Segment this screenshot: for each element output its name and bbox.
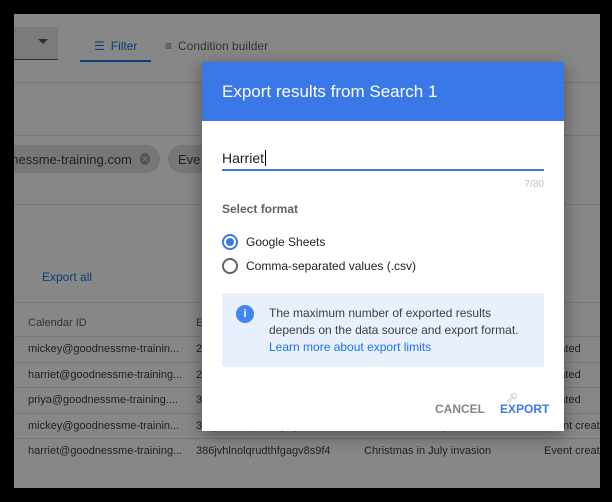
info-box: i The maximum number of exported results… <box>222 293 544 367</box>
radio-unselected-icon <box>222 258 238 274</box>
radio-selected-icon <box>222 234 238 250</box>
radio-csv[interactable]: Comma-separated values (.csv) <box>222 258 416 274</box>
info-icon: i <box>236 305 254 323</box>
info-text: The maximum number of exported results <box>269 306 492 320</box>
mouse-cursor-icon: ➚ <box>505 390 519 407</box>
char-counter: 7/80 <box>524 179 544 190</box>
export-name-input[interactable]: Harriet <box>222 150 544 171</box>
info-text: depends on the data source and export fo… <box>269 323 519 337</box>
export-limits-link[interactable]: Learn more about export limits <box>269 339 519 356</box>
format-label: Select format <box>222 202 299 216</box>
dialog-title: Export results from Search 1 <box>202 62 564 121</box>
cancel-button[interactable]: CANCEL <box>435 402 485 416</box>
export-dialog: Export results from Search 1 Harriet 7/8… <box>202 62 564 431</box>
radio-google-sheets[interactable]: Google Sheets <box>222 234 325 250</box>
